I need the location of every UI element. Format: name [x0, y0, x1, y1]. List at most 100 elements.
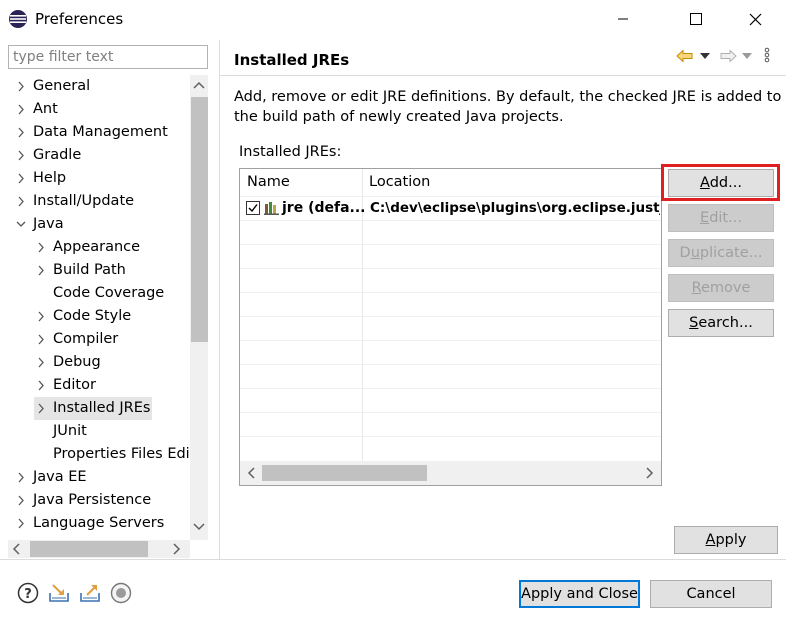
- chevron-right-icon[interactable]: [34, 328, 48, 351]
- table-gridline: [240, 364, 661, 365]
- tree-item-label: Java Persistence: [33, 492, 152, 508]
- close-icon: [749, 13, 761, 25]
- tree-item-label: JUnit: [53, 423, 87, 439]
- chevron-right-icon[interactable]: [34, 236, 48, 259]
- jre-table[interactable]: Name Location jre (defa... C:\dev\eclipse…: [239, 168, 662, 486]
- window-title: Preferences: [35, 10, 124, 28]
- title-separator: [220, 75, 786, 76]
- table-gridline: [240, 316, 661, 317]
- scroll-left-icon[interactable]: [11, 543, 21, 555]
- column-header-name[interactable]: Name: [240, 169, 362, 196]
- tree-item-label: Java EE: [33, 469, 87, 485]
- table-gridline: [240, 412, 661, 413]
- tree-item-label: Install/Update: [33, 193, 135, 209]
- minimize-button[interactable]: [600, 0, 646, 38]
- table-gridline: [240, 340, 661, 341]
- installed-jres-label: Installed JREs:: [239, 144, 342, 160]
- tree-item-label: Help: [33, 170, 67, 186]
- table-gridline: [240, 388, 661, 389]
- tree-item-label: Properties Files Edito: [53, 446, 205, 462]
- pane-splitter[interactable]: [219, 40, 220, 560]
- tree-item-label: Installed JREs: [53, 400, 151, 416]
- add-button-highlight: [661, 164, 780, 201]
- table-gridline: [240, 292, 661, 293]
- eclipse-app-icon: [9, 10, 27, 28]
- chevron-right-icon[interactable]: [14, 98, 28, 121]
- default-jre-checkbox[interactable]: [246, 201, 260, 215]
- column-header-location[interactable]: Location: [362, 169, 661, 196]
- scroll-up-icon[interactable]: [193, 80, 205, 90]
- tree-vertical-scroll-thumb[interactable]: [191, 97, 208, 342]
- tree-item-label: Java: [33, 216, 64, 232]
- tree-item-label: Gradle: [33, 147, 82, 163]
- tree-item-label: Appearance: [53, 239, 141, 255]
- tree-horizontal-scroll-thumb[interactable]: [30, 541, 148, 557]
- import-icon[interactable]: [47, 581, 71, 605]
- view-menu-icon[interactable]: [764, 47, 770, 63]
- chevron-right-icon[interactable]: [14, 466, 28, 489]
- tree-item-label: Language Servers: [33, 515, 165, 531]
- minimize-icon: [618, 18, 628, 20]
- record-icon[interactable]: [109, 581, 133, 605]
- tree-item-installed-jres[interactable]: Installed JREs: [34, 397, 153, 420]
- export-icon[interactable]: [78, 581, 102, 605]
- table-gridline: [240, 268, 661, 269]
- jre-name-cell: jre (defa...: [282, 200, 366, 216]
- back-arrow-icon[interactable]: [676, 49, 694, 63]
- chevron-right-icon[interactable]: [14, 489, 28, 512]
- preference-tree: General Ant Data Management Gradle Help Insta…: [8, 75, 210, 540]
- chevron-right-icon[interactable]: [14, 167, 28, 190]
- forward-menu-chevron-icon[interactable]: [742, 53, 752, 60]
- tree-item-label: Editor: [53, 377, 96, 393]
- chevron-right-icon[interactable]: [14, 144, 28, 167]
- apply-button[interactable]: Apply: [674, 526, 778, 554]
- scroll-right-icon[interactable]: [172, 543, 182, 555]
- jre-location-cell: C:\dev\eclipse\plugins\org.eclipse.justj…: [370, 200, 660, 216]
- chevron-right-icon[interactable]: [14, 121, 28, 144]
- table-gridline: [240, 196, 661, 197]
- jre-library-icon: [264, 202, 279, 215]
- cancel-button[interactable]: Cancel: [650, 580, 772, 608]
- duplicate-button[interactable]: Duplicate...: [668, 239, 774, 267]
- chevron-right-icon[interactable]: [14, 512, 28, 535]
- table-horizontal-scroll-thumb[interactable]: [262, 465, 427, 481]
- chevron-right-icon[interactable]: [34, 305, 48, 328]
- tree-item-label: Ant: [33, 101, 58, 117]
- tree-item-label: Compiler: [53, 331, 119, 347]
- edit-button[interactable]: Edit...: [668, 204, 774, 232]
- chevron-right-icon[interactable]: [34, 374, 48, 397]
- chevron-right-icon[interactable]: [34, 351, 48, 374]
- chevron-right-icon[interactable]: [14, 75, 28, 98]
- tree-item-label: Build Path: [53, 262, 126, 278]
- maximize-button[interactable]: [673, 0, 719, 38]
- tree-item-label: General: [33, 78, 91, 94]
- svg-text:?: ?: [24, 587, 32, 602]
- page-title: Installed JREs: [234, 51, 350, 69]
- close-button[interactable]: [732, 0, 778, 38]
- bottom-separator: [0, 559, 786, 560]
- table-scroll-right-icon[interactable]: [645, 467, 655, 479]
- forward-arrow-icon[interactable]: [719, 49, 737, 63]
- table-row[interactable]: jre (defa... C:\dev\eclipse\plugins\org.e…: [240, 197, 661, 220]
- remove-button[interactable]: Remove: [668, 274, 774, 302]
- chevron-down-icon[interactable]: [14, 213, 28, 236]
- table-scroll-left-icon[interactable]: [246, 467, 256, 479]
- chevron-right-icon[interactable]: [14, 190, 28, 213]
- chevron-right-icon[interactable]: [34, 397, 48, 420]
- table-gridline: [240, 244, 661, 245]
- scroll-down-icon[interactable]: [193, 522, 205, 532]
- page-description: Add, remove or edit JRE definitions. By …: [234, 89, 782, 125]
- apply-and-close-button[interactable]: Apply and Close: [519, 580, 640, 608]
- tree-item-label: Code Coverage: [53, 285, 165, 301]
- filter-input[interactable]: [8, 45, 208, 69]
- tree-item-label: Data Management: [33, 124, 168, 140]
- search-button[interactable]: Search...: [668, 309, 774, 337]
- maximize-icon: [690, 13, 702, 25]
- table-gridline: [240, 436, 661, 437]
- table-gridline: [240, 220, 661, 221]
- help-icon[interactable]: ?: [16, 581, 40, 605]
- back-menu-chevron-icon[interactable]: [700, 53, 710, 60]
- tree-item-label: Debug: [53, 354, 101, 370]
- chevron-right-icon[interactable]: [34, 259, 48, 282]
- tree-item-label: Code Style: [53, 308, 132, 324]
